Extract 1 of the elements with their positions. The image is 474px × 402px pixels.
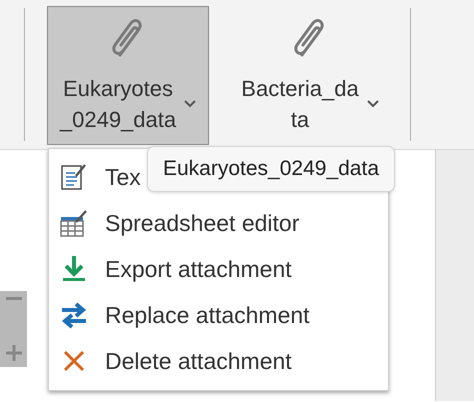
tooltip: Eukaryotes_0249_data bbox=[147, 146, 395, 192]
